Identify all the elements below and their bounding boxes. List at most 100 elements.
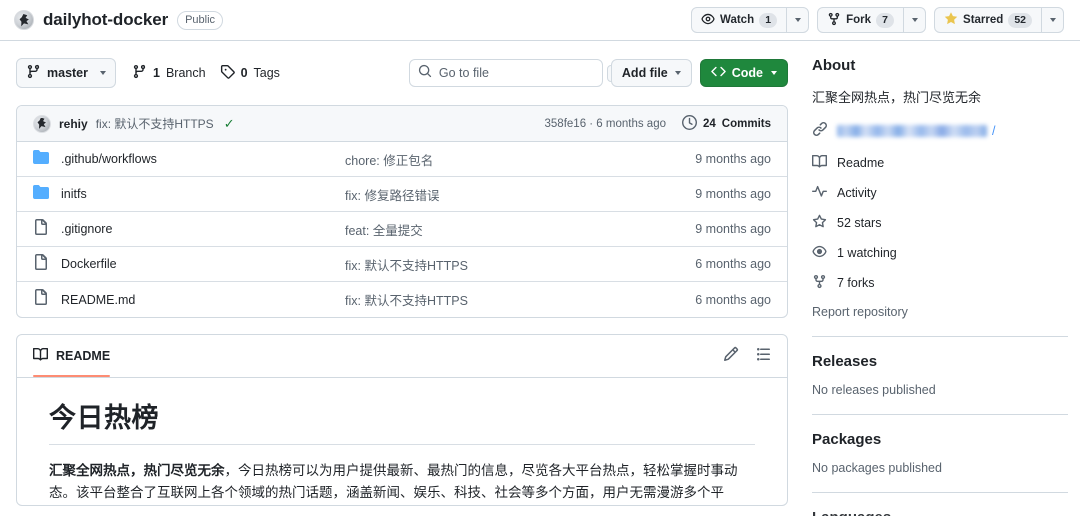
- file-name[interactable]: initfs: [61, 187, 87, 201]
- fork-count: 7: [876, 12, 895, 28]
- folder-icon: [33, 149, 49, 170]
- file-commit-message[interactable]: fix: 修复路径错误: [345, 185, 667, 204]
- file-name[interactable]: Dockerfile: [61, 257, 117, 271]
- header-actions: Watch 1 Fork 7 Starred 52: [691, 7, 1064, 33]
- commits-label: Commits: [721, 117, 771, 130]
- file-icon: [33, 218, 49, 240]
- go-to-file-search[interactable]: t: [408, 59, 622, 87]
- file-name[interactable]: README.md: [61, 293, 135, 307]
- sidebar-item-label: Readme: [837, 155, 885, 170]
- eye-icon: [812, 244, 827, 262]
- tab-readme[interactable]: README: [33, 335, 111, 377]
- branch-count-link[interactable]: 1 Branch: [132, 64, 206, 82]
- file-timestamp: 6 months ago: [695, 292, 771, 307]
- watch-button-group[interactable]: Watch 1: [691, 7, 810, 33]
- commit-sha-and-time[interactable]: 358fe16 · 6 months ago: [545, 118, 666, 130]
- star-filled-icon: [944, 11, 958, 29]
- watch-dropdown-toggle[interactable]: [786, 8, 808, 32]
- check-success-icon[interactable]: ✓: [224, 117, 235, 130]
- tag-count-link[interactable]: 0 Tags: [220, 64, 280, 82]
- fork-button[interactable]: Fork 7: [818, 8, 903, 32]
- homepage-link[interactable]: /: [812, 121, 1068, 142]
- file-name-cell[interactable]: README.md: [33, 289, 345, 310]
- starred-button[interactable]: Starred 52: [935, 8, 1041, 32]
- chevron-down-icon: [771, 71, 777, 75]
- report-repository-link[interactable]: Report repository: [812, 305, 1068, 319]
- tag-icon: [220, 64, 235, 82]
- table-row[interactable]: Dockerfile fix: 默认不支持HTTPS 6 months ago: [17, 247, 787, 282]
- packages-heading: Packages: [812, 430, 882, 448]
- chevron-down-icon: [911, 18, 918, 22]
- add-file-label: Add file: [621, 66, 668, 80]
- watch-label: Watch: [720, 14, 755, 26]
- file-name-cell[interactable]: .gitignore: [33, 218, 345, 240]
- link-icon: [812, 121, 828, 142]
- releases-empty-text: No releases published: [812, 382, 936, 397]
- repo-meta-links: 1 Branch 0 Tags: [132, 64, 280, 82]
- readme-content: 今日热榜 汇聚全网热点，热门尽览无余，今日热榜可以为用户提供最新、最热门的信息，…: [17, 378, 787, 505]
- history-icon: [682, 114, 697, 133]
- table-row[interactable]: .gitignore feat: 全量提交 9 months ago: [17, 212, 787, 247]
- eye-icon: [701, 12, 715, 29]
- repo-description: 汇聚全网热点，热门尽览无余: [812, 90, 982, 105]
- starred-button-group[interactable]: Starred 52: [934, 7, 1064, 33]
- book-icon: [812, 154, 828, 172]
- readme-paragraph: 汇聚全网热点，热门尽览无余，今日热榜可以为用户提供最新、最热门的信息，尽览各大平…: [49, 460, 755, 505]
- sidebar-item-activity[interactable]: Activity: [812, 184, 1068, 202]
- commit-author[interactable]: rehiy: [59, 117, 88, 131]
- commit-history-link[interactable]: 24 Commits: [682, 114, 771, 133]
- repo-forked-icon: [827, 12, 841, 29]
- visibility-badge: Public: [177, 10, 224, 30]
- watch-button[interactable]: Watch 1: [692, 8, 786, 32]
- file-icon: [33, 289, 49, 310]
- chevron-down-icon: [674, 71, 681, 75]
- fork-dropdown-toggle[interactable]: [903, 8, 925, 32]
- chevron-down-icon: [794, 18, 801, 22]
- file-name-cell[interactable]: Dockerfile: [33, 253, 345, 275]
- branch-word: Branch: [165, 66, 206, 80]
- about-heading: About: [812, 57, 856, 74]
- branch-selector[interactable]: master: [16, 58, 116, 88]
- book-icon: [33, 347, 49, 365]
- file-name-cell[interactable]: initfs: [33, 184, 345, 205]
- pencil-icon[interactable]: [723, 346, 739, 367]
- search-input[interactable]: [438, 66, 600, 80]
- list-unordered-icon[interactable]: [755, 346, 771, 367]
- add-file-button[interactable]: Add file: [610, 59, 692, 87]
- fork-label: Fork: [846, 14, 872, 26]
- readme-actions: [723, 346, 771, 367]
- table-row[interactable]: initfs fix: 修复路径错误 9 months ago: [17, 177, 787, 212]
- code-button[interactable]: Code: [699, 59, 788, 87]
- fork-button-group[interactable]: Fork 7: [817, 7, 927, 33]
- sidebar-item-forks[interactable]: 7 forks: [812, 274, 1068, 292]
- table-row[interactable]: README.md fix: 默认不支持HTTPS 6 months ago: [17, 282, 787, 317]
- page-body: master 1 Branch 0 Tags Go to file Add fi…: [0, 41, 1080, 516]
- sidebar-item-label: Activity: [837, 185, 877, 200]
- folder-icon: [33, 184, 49, 205]
- sidebar-item-label: 1 watching: [837, 245, 897, 260]
- commit-message[interactable]: fix: 默认不支持HTTPS: [96, 115, 214, 132]
- sidebar-item-readme[interactable]: Readme: [812, 154, 1068, 172]
- tag-word: Tags: [253, 66, 280, 80]
- file-commit-message[interactable]: feat: 全量提交: [345, 220, 667, 239]
- git-branch-icon: [132, 64, 147, 82]
- sidebar-item-watching[interactable]: 1 watching: [812, 244, 1068, 262]
- file-commit-message[interactable]: chore: 修正包名: [345, 150, 667, 169]
- commit-meta: 358fe16 · 6 months ago 24 Commits: [545, 114, 771, 133]
- table-row[interactable]: .github/workflows chore: 修正包名 9 months a…: [17, 142, 787, 177]
- divider: [812, 491, 1068, 493]
- latest-commit-bar: rehiy fix: 默认不支持HTTPS ✓ 358fe16 · 6 mont…: [17, 106, 787, 142]
- starred-dropdown-toggle[interactable]: [1041, 8, 1063, 32]
- file-name[interactable]: .gitignore: [61, 222, 112, 236]
- page-title[interactable]: dailyhot-docker: [43, 10, 168, 30]
- chevron-down-icon: [1049, 18, 1056, 22]
- file-name[interactable]: .github/workflows: [61, 152, 157, 166]
- repository-page: dailyhot-docker Public Watch 1 Fork 7 St…: [0, 0, 1080, 516]
- sidebar-item-stars[interactable]: 52 stars: [812, 214, 1068, 232]
- code-label: Code: [731, 66, 763, 80]
- file-commit-message[interactable]: fix: 默认不支持HTTPS: [345, 290, 667, 309]
- repo-toolbar: master 1 Branch 0 Tags Go to file Add fi…: [16, 57, 788, 89]
- file-name-cell[interactable]: .github/workflows: [33, 149, 345, 170]
- file-commit-message[interactable]: fix: 默认不支持HTTPS: [345, 255, 667, 274]
- code-icon: [710, 64, 726, 82]
